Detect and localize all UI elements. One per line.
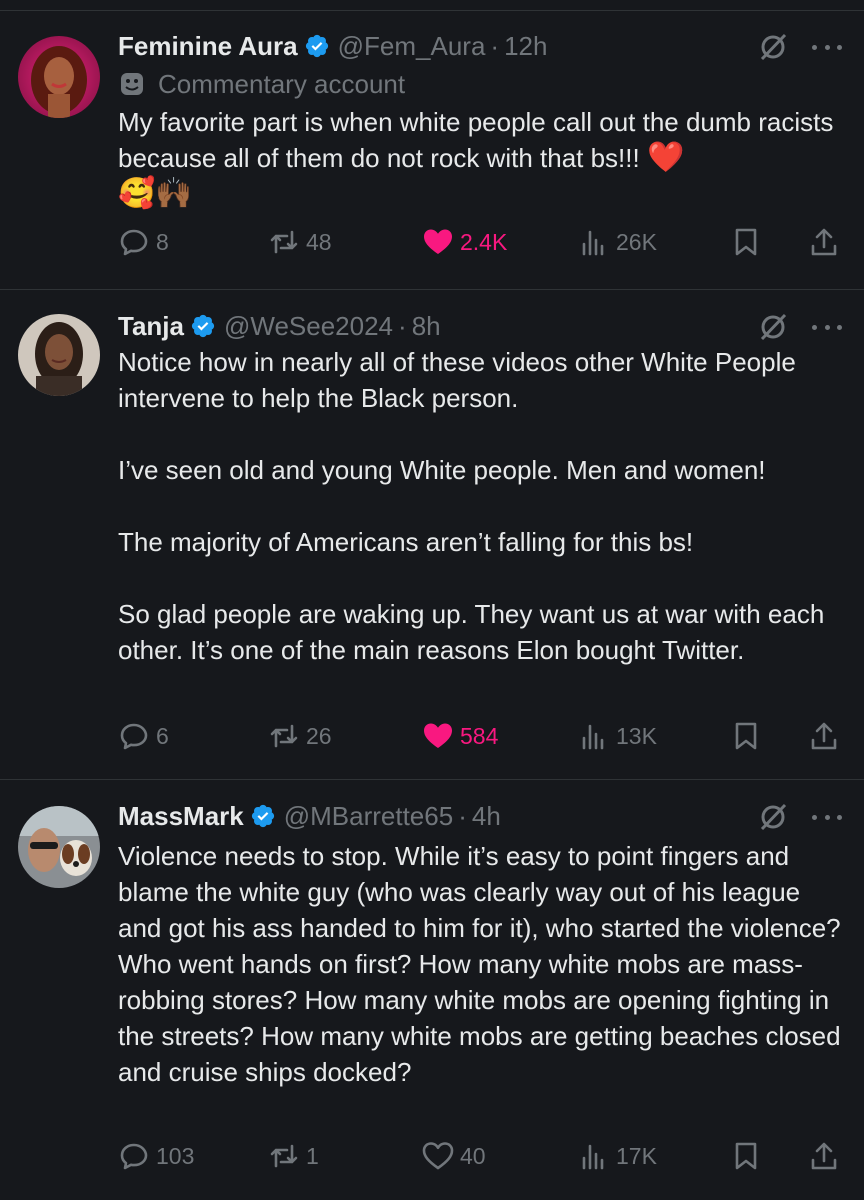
grok-icon[interactable]	[756, 30, 790, 64]
repost-button[interactable]: 48	[268, 222, 332, 262]
commentary-label[interactable]: Commentary account	[118, 66, 405, 102]
bookmark-icon	[735, 228, 757, 256]
bookmark-button[interactable]	[730, 716, 768, 756]
grok-icon[interactable]	[756, 800, 790, 834]
tweet-text-content: Violence needs to stop. While it’s easy …	[118, 841, 848, 1087]
separator-dot: ·	[490, 30, 500, 61]
grok-icon[interactable]	[756, 310, 790, 344]
tweet-header: Tanja @WeSee2024 · 8h	[118, 308, 441, 344]
avatar[interactable]	[18, 806, 100, 888]
repost-button[interactable]: 26	[268, 716, 332, 756]
tweet-1[interactable]: Feminine Aura @Fem_Aura · 12h Commentary…	[0, 0, 864, 290]
display-name[interactable]: MassMark	[118, 801, 244, 832]
views-count: 26K	[616, 228, 657, 255]
tweet-2[interactable]: Tanja @WeSee2024 · 8h Notice how in near…	[0, 290, 864, 780]
views-icon	[582, 230, 604, 256]
reply-button[interactable]: 6	[118, 716, 169, 756]
views-count: 17K	[616, 1142, 657, 1169]
tweet-top-icons	[756, 30, 842, 64]
tweet-top-icons	[756, 310, 842, 344]
tweet-text-content: My favorite part is when white people ca…	[118, 107, 841, 173]
reply-button[interactable]: 8	[118, 222, 169, 262]
repost-icon	[270, 724, 298, 748]
repost-icon	[270, 1144, 298, 1168]
share-icon	[811, 228, 837, 256]
heart-emoji: ❤️	[646, 141, 685, 174]
like-button[interactable]: 584	[422, 716, 498, 756]
like-icon	[424, 723, 452, 748]
reply-icon	[120, 229, 148, 256]
like-icon	[424, 229, 452, 254]
handle[interactable]: @WeSee2024	[224, 311, 393, 342]
timestamp[interactable]: 4h	[472, 801, 501, 832]
like-icon	[422, 1142, 454, 1170]
repost-button[interactable]: 1	[268, 1136, 319, 1176]
reply-icon	[120, 723, 148, 750]
like-button[interactable]: 2.4K	[422, 222, 507, 262]
verified-badge-icon	[191, 314, 215, 338]
verified-badge-icon	[305, 34, 328, 58]
commentary-label-text: Commentary account	[158, 68, 406, 99]
share-button[interactable]	[808, 716, 846, 756]
tweet-text: Violence needs to stop. While it’s easy …	[118, 838, 848, 1090]
avatar[interactable]	[18, 314, 100, 396]
bookmark-button[interactable]	[730, 1136, 768, 1176]
separator-dot: ·	[458, 800, 467, 831]
reply-count: 6	[156, 722, 169, 749]
reply-icon	[120, 1143, 148, 1170]
reply-count: 8	[156, 228, 169, 255]
avatar[interactable]	[18, 36, 100, 118]
tweet-header: MassMark @MBarrette65 · 4h	[118, 798, 501, 834]
views-button[interactable]: 26K	[578, 222, 657, 262]
tweet-3[interactable]: MassMark @MBarrette65 · 4h Violence need…	[0, 780, 864, 1200]
bookmark-button[interactable]	[730, 222, 768, 262]
display-name[interactable]: Tanja	[118, 311, 184, 342]
views-count: 13K	[616, 722, 657, 749]
tweet-text: My favorite part is when white people ca…	[118, 104, 848, 212]
like-count: 584	[460, 722, 499, 749]
share-button[interactable]	[808, 222, 846, 262]
separator-dot: ·	[398, 310, 407, 341]
like-button[interactable]: 40	[422, 1136, 486, 1176]
tweet-top-icons	[756, 800, 842, 834]
bookmark-icon	[735, 1142, 757, 1170]
emoji-line: 🥰🙌🏾	[118, 177, 193, 210]
views-icon	[582, 1144, 604, 1170]
timestamp[interactable]: 8h	[412, 311, 441, 342]
handle[interactable]: @MBarrette65	[284, 801, 453, 832]
more-icon[interactable]	[812, 812, 842, 822]
more-icon[interactable]	[812, 322, 842, 332]
repost-icon	[270, 230, 298, 254]
views-button[interactable]: 13K	[578, 716, 657, 756]
repost-count: 26	[306, 722, 332, 749]
share-button[interactable]	[808, 1136, 846, 1176]
timestamp[interactable]: 12h	[504, 31, 547, 62]
handle[interactable]: @Fem_Aura	[338, 31, 486, 62]
tweet-text: Notice how in nearly all of these videos…	[118, 344, 848, 668]
share-icon	[811, 1142, 837, 1170]
reply-button[interactable]: 103	[118, 1136, 194, 1176]
more-icon[interactable]	[812, 42, 842, 52]
bookmark-icon	[735, 722, 757, 750]
tweet-actions: 6 26 584 13K	[118, 716, 848, 756]
display-name[interactable]: Feminine Aura	[118, 31, 298, 62]
share-icon	[811, 722, 837, 750]
tweet-actions: 103 1 40 17K	[118, 1136, 848, 1176]
like-count: 2.4K	[460, 228, 508, 255]
tweet-text-content: Notice how in nearly all of these videos…	[118, 347, 825, 665]
views-icon	[582, 724, 604, 750]
repost-count: 1	[306, 1142, 319, 1169]
tweet-header: Feminine Aura @Fem_Aura · 12h	[118, 28, 547, 64]
reply-count: 103	[156, 1142, 195, 1169]
like-count: 40	[460, 1142, 486, 1169]
verified-badge-icon	[251, 804, 274, 828]
views-button[interactable]: 17K	[578, 1136, 657, 1176]
tweet-actions: 8 48 2.4K 26K	[118, 222, 848, 262]
repost-count: 48	[306, 228, 332, 255]
commentary-label-icon	[121, 73, 143, 95]
